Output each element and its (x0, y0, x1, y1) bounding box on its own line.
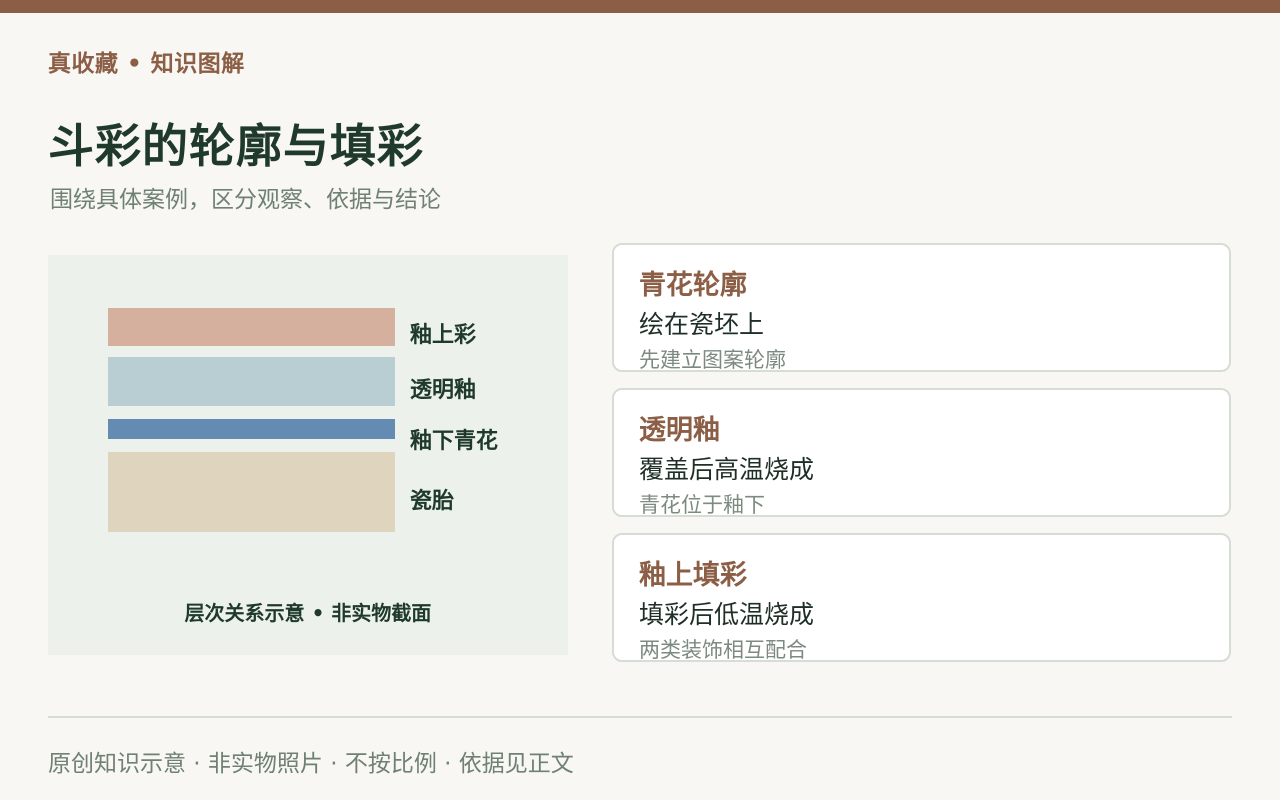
layer-porcelain-body-bar (108, 452, 395, 532)
info-card-blue-outline: 青花轮廓 绘在瓷坯上 先建立图案轮廓 (612, 243, 1231, 372)
layer-clear-glaze-label: 透明釉 (410, 378, 477, 403)
diagram-caption: 层次关系示意 • 非实物截面 (184, 601, 432, 625)
card-note: 两类装饰相互配合 (639, 638, 807, 662)
info-card-clear-glaze: 透明釉 覆盖后高温烧成 青花位于釉下 (612, 388, 1231, 517)
layer-overglaze-bar (108, 308, 395, 346)
page-subtitle: 围绕具体案例，区分观察、依据与结论 (50, 187, 441, 213)
layer-underglaze-blue-label: 釉下青花 (410, 429, 499, 454)
card-title: 釉上填彩 (639, 560, 747, 591)
page-title: 斗彩的轮廓与填彩 (48, 119, 424, 173)
layer-porcelain-body-label: 瓷胎 (410, 489, 455, 514)
layer-diagram-panel: 釉上彩 透明釉 釉下青花 瓷胎 层次关系示意 • 非实物截面 (48, 255, 568, 655)
layer-underglaze-blue-bar (108, 419, 395, 439)
card-main-text: 覆盖后高温烧成 (639, 455, 815, 484)
footer-divider (48, 716, 1232, 718)
card-title: 透明釉 (639, 415, 720, 446)
card-main-text: 绘在瓷坯上 (639, 310, 765, 339)
brand-label: 真收藏 • 知识图解 (48, 51, 245, 77)
layer-overglaze-label: 釉上彩 (410, 323, 477, 348)
info-card-overglaze-fill: 釉上填彩 填彩后低温烧成 两类装饰相互配合 (612, 533, 1231, 662)
card-title: 青花轮廓 (639, 270, 747, 301)
card-note: 先建立图案轮廓 (639, 348, 786, 372)
footer-note: 原创知识示意 · 非实物照片 · 不按比例 · 依据见正文 (48, 751, 574, 777)
layer-clear-glaze-bar (108, 357, 395, 406)
card-note: 青花位于釉下 (639, 493, 765, 517)
card-main-text: 填彩后低温烧成 (639, 600, 815, 629)
top-accent-bar (0, 0, 1280, 13)
